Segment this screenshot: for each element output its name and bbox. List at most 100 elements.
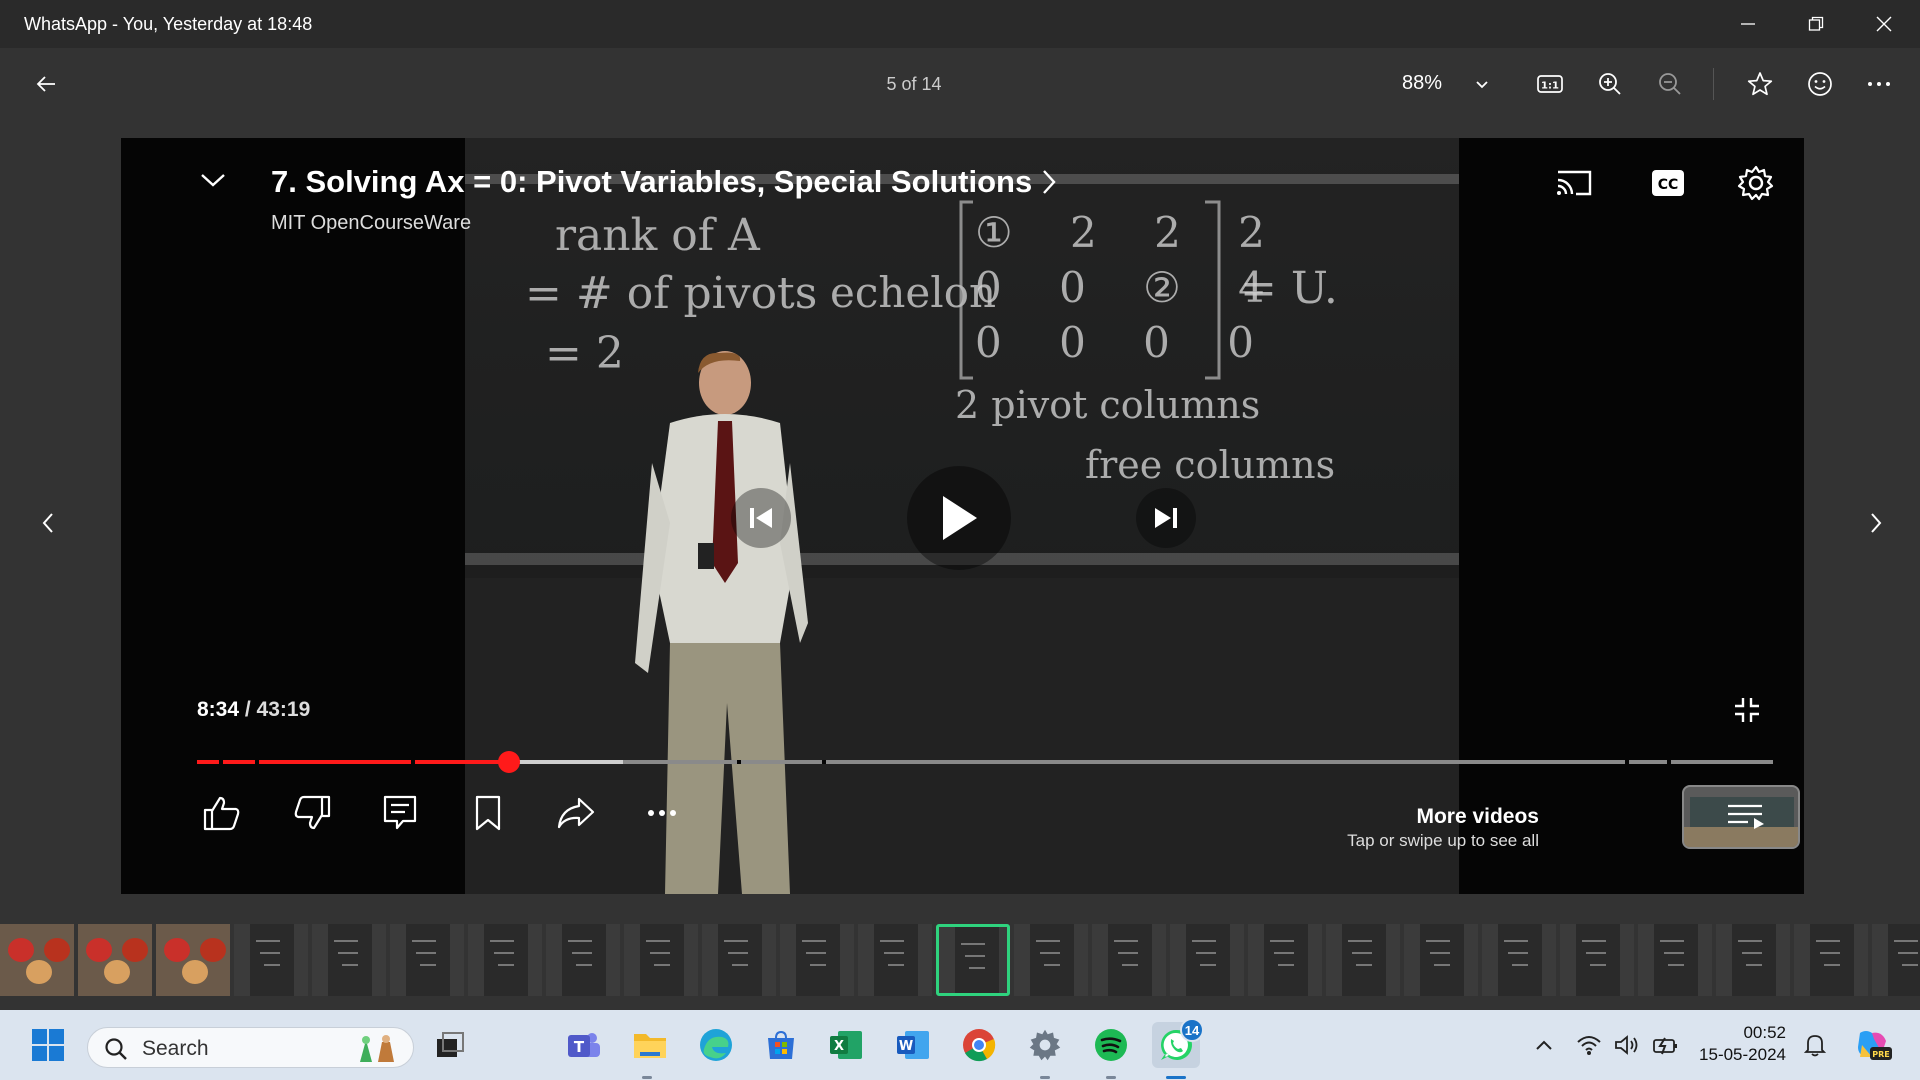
thumbnail[interactable] [780, 924, 854, 996]
notifications-button[interactable] [1794, 1022, 1836, 1068]
thumbnail[interactable] [1014, 924, 1088, 996]
thumb-chalk-line [1434, 964, 1450, 966]
wifi-button[interactable] [1568, 1022, 1610, 1068]
video-title[interactable]: 7. Solving Ax = 0: Pivot Variables, Spec… [271, 164, 1032, 200]
excel-icon: X [830, 1031, 862, 1059]
restore-button[interactable] [1782, 0, 1850, 48]
save-button[interactable] [463, 788, 513, 838]
playlist-button[interactable] [1721, 794, 1771, 838]
thumbnail[interactable] [1248, 924, 1322, 996]
zoom-in-button[interactable] [1590, 64, 1630, 104]
more-videos-subtitle: Tap or swipe up to see all [1347, 831, 1539, 850]
dislike-button[interactable] [287, 788, 337, 838]
thumbnail[interactable] [546, 924, 620, 996]
teams-app[interactable]: T [560, 1022, 608, 1068]
thumbnail[interactable] [1872, 924, 1920, 996]
more-actions-button[interactable] [637, 788, 687, 838]
file-explorer-app[interactable] [626, 1022, 674, 1068]
zoom-out-button[interactable] [1650, 64, 1690, 104]
thumbnail[interactable] [702, 924, 776, 996]
excel-app[interactable]: X [822, 1022, 870, 1068]
thumbnail[interactable] [78, 924, 152, 996]
thumb-chalk-line [1196, 952, 1216, 954]
thumb-chalk-line [888, 964, 904, 966]
thumbnail[interactable] [0, 924, 74, 996]
thumbnail[interactable] [858, 924, 932, 996]
store-app[interactable] [757, 1022, 805, 1068]
thumbnail[interactable] [1794, 924, 1868, 996]
thumbnail[interactable] [1482, 924, 1556, 996]
volume-button[interactable] [1606, 1022, 1648, 1068]
task-view-button[interactable] [426, 1022, 474, 1068]
captions-button[interactable]: CC [1643, 160, 1693, 206]
zoom-dropdown-button[interactable] [1462, 64, 1502, 104]
zoom-level[interactable]: 88% [1402, 72, 1442, 95]
favorite-button[interactable] [1740, 64, 1780, 104]
exit-fullscreen-button[interactable] [1727, 690, 1767, 730]
thumbnail[interactable] [1170, 924, 1244, 996]
more-videos-title[interactable]: More videos [1416, 805, 1539, 829]
more-options-button[interactable] [1859, 64, 1899, 104]
word-app[interactable]: W [889, 1022, 937, 1068]
svg-text:1:1: 1:1 [1541, 81, 1559, 92]
thumb-chalk-line [724, 940, 748, 942]
chevron-down-icon [201, 174, 225, 187]
thumb-chalk-line [1356, 964, 1372, 966]
thumbnail[interactable] [390, 924, 464, 996]
system-clock[interactable]: 00:52 15-05-2024 [1690, 1022, 1786, 1066]
scrubber-handle[interactable] [498, 751, 521, 773]
comment-icon [383, 795, 417, 830]
chapter-marker [1667, 760, 1671, 764]
minimize-button[interactable] [1714, 0, 1782, 48]
thumb-chalk-line [568, 940, 592, 942]
thumbnail[interactable] [312, 924, 386, 996]
battery-button[interactable] [1644, 1022, 1686, 1068]
play-button[interactable] [907, 466, 1011, 570]
thumbnail[interactable] [1404, 924, 1478, 996]
window-title: WhatsApp - You, Yesterday at 18:48 [24, 14, 313, 34]
comments-button[interactable] [375, 788, 425, 838]
spotify-app[interactable] [1087, 1022, 1135, 1068]
actual-size-button[interactable]: 1:1 [1530, 64, 1570, 104]
thumb-board [796, 924, 840, 996]
thumbnail[interactable] [1560, 924, 1634, 996]
minimize-player-button[interactable] [193, 160, 233, 200]
show-hidden-icons-button[interactable] [1520, 1022, 1568, 1068]
previous-image-button[interactable] [28, 498, 68, 548]
close-button[interactable] [1850, 0, 1918, 48]
react-button[interactable] [1800, 64, 1840, 104]
chevron-right-icon[interactable] [1041, 168, 1057, 196]
thumbnail-selected[interactable] [936, 924, 1010, 996]
video-channel[interactable]: MIT OpenCourseWare [271, 212, 471, 235]
video-progress-bar[interactable] [197, 751, 1773, 773]
thumbnail[interactable] [1716, 924, 1790, 996]
thumb-chalk-line [1668, 964, 1684, 966]
start-button[interactable] [24, 1022, 72, 1068]
like-button[interactable] [197, 788, 247, 838]
back-button[interactable] [26, 64, 66, 104]
taskbar: Search T X W 14 00:52 15-05-2024 PRE [0, 1010, 1920, 1080]
thumbnail[interactable] [468, 924, 542, 996]
settings-button[interactable] [1731, 160, 1781, 206]
thumb-chalk-line [572, 952, 592, 954]
thumb-chalk-line [880, 940, 904, 942]
thumbnail[interactable] [624, 924, 698, 996]
previous-video-button[interactable] [731, 488, 791, 548]
edge-app[interactable] [692, 1022, 740, 1068]
next-image-button[interactable] [1856, 498, 1896, 548]
share-button[interactable] [551, 788, 601, 838]
cast-button[interactable] [1549, 160, 1599, 206]
chrome-app[interactable] [955, 1022, 1003, 1068]
thumb-chalk-line [1746, 964, 1762, 966]
next-video-button[interactable] [1136, 488, 1196, 548]
thumbnail[interactable] [1326, 924, 1400, 996]
settings-app[interactable] [1021, 1022, 1069, 1068]
thumbnail[interactable] [234, 924, 308, 996]
thumbnail[interactable] [156, 924, 230, 996]
copilot-button[interactable]: PRE [1848, 1022, 1896, 1068]
thumbnail[interactable] [1092, 924, 1166, 996]
thumbnail[interactable] [1638, 924, 1712, 996]
thumb-chalk-line [732, 964, 748, 966]
thumb-chalk-line [1044, 964, 1060, 966]
taskbar-search-box[interactable]: Search [87, 1027, 414, 1068]
